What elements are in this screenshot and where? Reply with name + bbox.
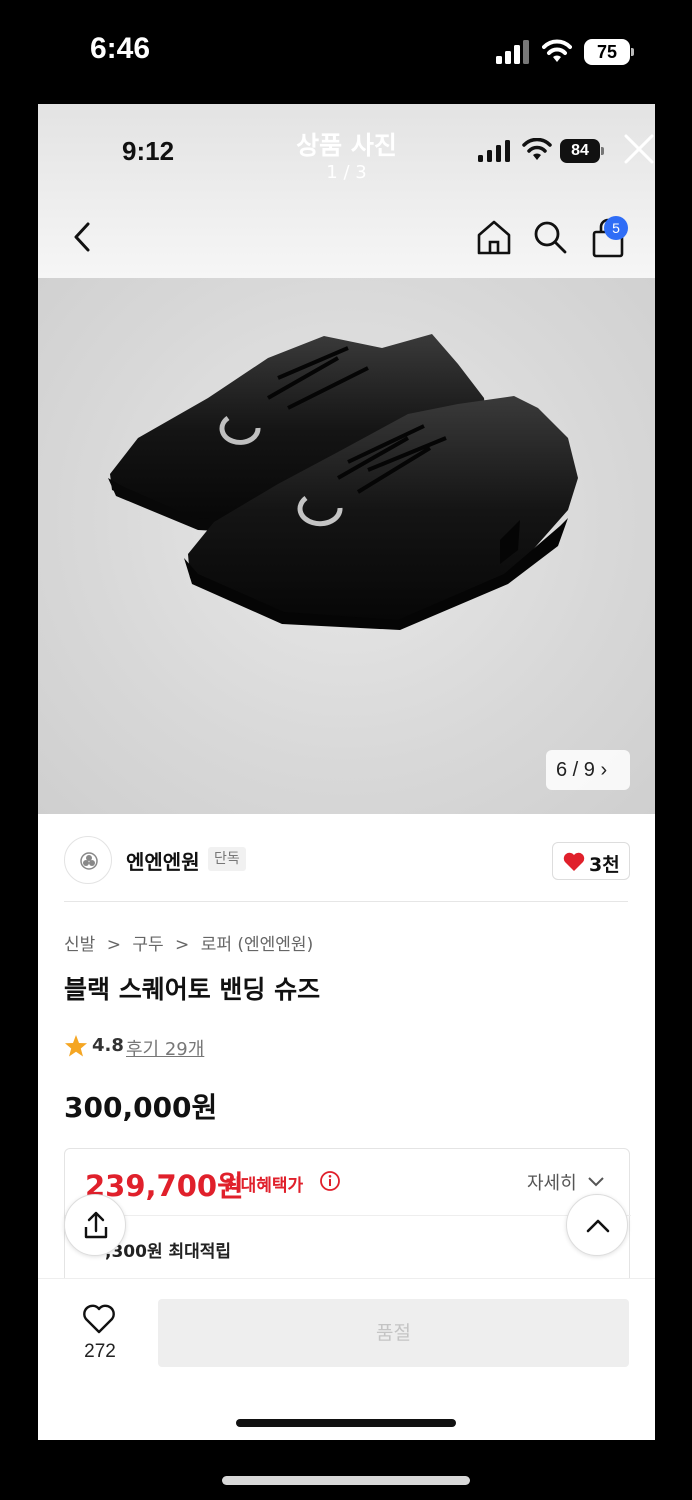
breadcrumb-item[interactable]: 로퍼 (엔엔엔원) [201, 935, 314, 955]
shoe-illustration [108, 334, 578, 630]
brand-like-button[interactable]: 3천 [552, 842, 630, 880]
wifi-icon [542, 39, 572, 62]
scroll-to-top-button[interactable] [566, 1194, 628, 1256]
image-counter-text: 6 / 9 [556, 759, 595, 781]
divider [64, 901, 628, 902]
brand-name[interactable]: 엔엔엔원 [126, 846, 200, 875]
bottom-action-bar: 272 품절 [38, 1278, 655, 1440]
breadcrumb-separator: > [106, 935, 121, 955]
rating-value: 4.8 [92, 1035, 124, 1056]
brand-row: 엔엔엔원 단독 3천 [38, 814, 655, 902]
product-title: 블랙 스퀘어토 밴딩 슈즈 [64, 975, 321, 1004]
breadcrumb-item[interactable]: 신발 [64, 935, 95, 955]
chevron-up-icon [586, 1219, 610, 1233]
outer-clock: 6:46 [90, 32, 151, 65]
info-icon[interactable] [319, 1170, 341, 1192]
product-image[interactable] [38, 278, 655, 814]
battery-level: 84 [560, 139, 600, 163]
screenshot-panel: 9:12 상품 사진 1 / 3 84 5 6 / 9 › 엔엔엔원 단독 3천… [38, 104, 655, 1440]
cellular-signal-icon [478, 140, 510, 162]
share-icon [84, 1211, 108, 1239]
review-link[interactable]: 후기 29개 [126, 1035, 204, 1061]
wifi-icon [522, 138, 552, 160]
battery-icon: 84 [560, 139, 604, 163]
home-icon[interactable] [476, 218, 512, 256]
share-button[interactable] [64, 1194, 126, 1256]
chevron-down-icon[interactable] [587, 1175, 605, 1189]
header: 9:12 상품 사진 1 / 3 84 5 [38, 104, 655, 278]
brand-emblem-icon [80, 852, 98, 870]
outer-home-indicator [222, 1476, 470, 1485]
chevron-right-icon: › [600, 759, 608, 781]
home-indicator [236, 1419, 456, 1427]
photo-viewer-counter: 1 / 3 [326, 162, 367, 183]
cart-count-badge: 5 [604, 216, 628, 240]
breadcrumb-item[interactable]: 구두 [132, 935, 163, 955]
battery-icon: 75 [584, 39, 634, 65]
breadcrumb-separator: > [175, 935, 190, 955]
heart-filled-icon [563, 852, 585, 871]
sold-out-button[interactable]: 품절 [158, 1299, 629, 1367]
breadcrumb: 신발 > 구두 > 로퍼 (엔엔엔원) [64, 930, 319, 955]
wish-count: 272 [84, 1341, 116, 1362]
detail-toggle[interactable]: 자세히 [527, 1169, 577, 1195]
search-icon[interactable] [532, 218, 568, 256]
close-icon[interactable] [622, 132, 655, 166]
image-counter-button[interactable]: 6 / 9 › [546, 750, 630, 790]
exclusive-badge: 단독 [208, 847, 246, 871]
cellular-signal-icon [496, 40, 529, 64]
outer-status-bar: 6:46 75 [0, 0, 692, 104]
back-icon[interactable] [68, 220, 96, 254]
divider [65, 1215, 631, 1216]
brand-like-count: 3천 [589, 854, 620, 876]
brand-logo[interactable] [64, 836, 112, 884]
battery-level: 75 [584, 39, 630, 65]
original-price: 300,000원 [64, 1091, 218, 1124]
star-icon [65, 1035, 87, 1057]
heart-outline-icon[interactable] [82, 1303, 116, 1335]
max-benefit-label: 최대혜택가 [225, 1176, 304, 1196]
